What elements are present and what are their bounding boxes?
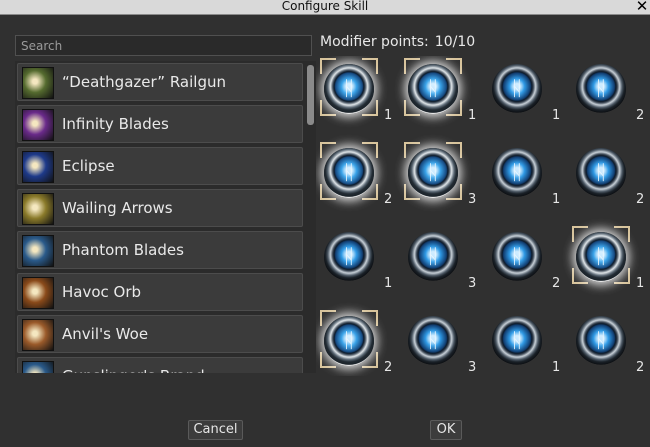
modifier-cost: 1 [468,108,477,123]
rune-icon [408,232,458,282]
rune-icon [492,64,542,114]
skill-label: Havoc Orb [62,283,142,301]
modifier-slot[interactable]: 2 [568,56,650,128]
modifier-slot[interactable]: 1 [316,224,400,296]
modifier-cost: 2 [384,192,393,207]
skill-list-scrollbar[interactable] [306,61,316,373]
scrollbar-thumb[interactable] [307,65,314,125]
modifier-cost: 2 [384,360,393,375]
phantom-icon [22,235,54,267]
rune-icon [408,148,458,198]
window-title: Configure Skill [281,0,369,13]
modifier-cost: 1 [384,108,393,123]
brand-icon [22,361,54,373]
modifier-cost: 2 [636,192,645,207]
rune-icon [492,148,542,198]
modifier-cost: 2 [636,360,645,375]
anvil-icon [22,319,54,351]
modifier-slot[interactable]: 1 [316,56,400,128]
eclipse-icon [22,151,54,183]
modifier-cost: 2 [636,108,645,123]
modifier-points-label: Modifier points: [320,34,429,50]
ok-button[interactable]: OK [430,420,462,440]
skill-label: Infinity Blades [62,115,169,133]
skill-list-item[interactable]: Eclipse [17,147,303,185]
rune-icon [408,64,458,114]
modifier-slot[interactable]: 1 [568,224,650,296]
close-icon[interactable]: ✕ [634,0,650,15]
modifier-slot[interactable]: 2 [316,308,400,376]
railgun-icon [22,67,54,99]
skill-list-item[interactable]: Wailing Arrows [17,189,303,227]
skill-label: Phantom Blades [62,241,184,259]
title-bar: Configure Skill ✕ [0,0,650,15]
rune-icon [324,148,374,198]
skill-list-item[interactable]: Havoc Orb [17,273,303,311]
modifier-slot[interactable]: 2 [484,224,568,296]
modifier-points: Modifier points: 10/10 [320,34,481,50]
skill-list-item[interactable]: “Deathgazer” Railgun [17,63,303,101]
rune-icon [408,316,458,366]
modifier-cost: 2 [552,276,561,291]
skill-label: Anvil's Woe [62,325,149,343]
skill-list-item[interactable]: Phantom Blades [17,231,303,269]
modifier-cost: 1 [552,108,561,123]
modifier-cost: 3 [468,360,477,375]
orb-icon [22,277,54,309]
rune-icon [576,316,626,366]
rune-icon [324,64,374,114]
rune-icon [576,148,626,198]
modifier-cost: 1 [636,276,645,291]
modifier-cost: 3 [468,276,477,291]
skill-label: Eclipse [62,157,115,175]
search-input[interactable] [15,35,312,56]
modifier-slot[interactable]: 3 [400,140,484,212]
cancel-button[interactable]: Cancel [188,420,243,440]
modifier-points-value: 10/10 [434,34,476,50]
rune-icon [576,232,626,282]
rune-icon [576,64,626,114]
modifier-slot[interactable]: 1 [484,308,568,376]
arrows-icon [22,193,54,225]
skill-list-item[interactable]: Infinity Blades [17,105,303,143]
skill-list-item[interactable]: Anvil's Woe [17,315,303,353]
modifier-slot[interactable]: 3 [400,308,484,376]
modifier-cost: 1 [384,276,393,291]
modifier-slot[interactable]: 2 [316,140,400,212]
modifier-slot[interactable]: 1 [400,56,484,128]
blades-icon [22,109,54,141]
modifier-grid: 1 1 1 2 2 3 1 2 1 3 2 1 2 3 1 2 [316,56,650,376]
modifier-slot[interactable]: 3 [400,224,484,296]
rune-icon [492,316,542,366]
modifier-slot[interactable]: 2 [568,308,650,376]
modifier-slot[interactable]: 1 [484,140,568,212]
modifier-cost: 1 [552,192,561,207]
modifier-cost: 3 [468,192,477,207]
rune-icon [324,232,374,282]
skill-label: Gunslinger's Brand [62,358,205,373]
modifier-slot[interactable]: 2 [568,140,650,212]
rune-icon [324,316,374,366]
skill-label: Wailing Arrows [62,199,173,217]
modifier-slot[interactable]: 1 [484,56,568,128]
skill-list-item[interactable]: Gunslinger's Brand [17,357,303,373]
skill-label: “Deathgazer” Railgun [62,73,226,91]
rune-icon [492,232,542,282]
modifier-cost: 1 [552,360,561,375]
skill-list[interactable]: “Deathgazer” Railgun Infinity Blades Eclip… [15,61,316,373]
